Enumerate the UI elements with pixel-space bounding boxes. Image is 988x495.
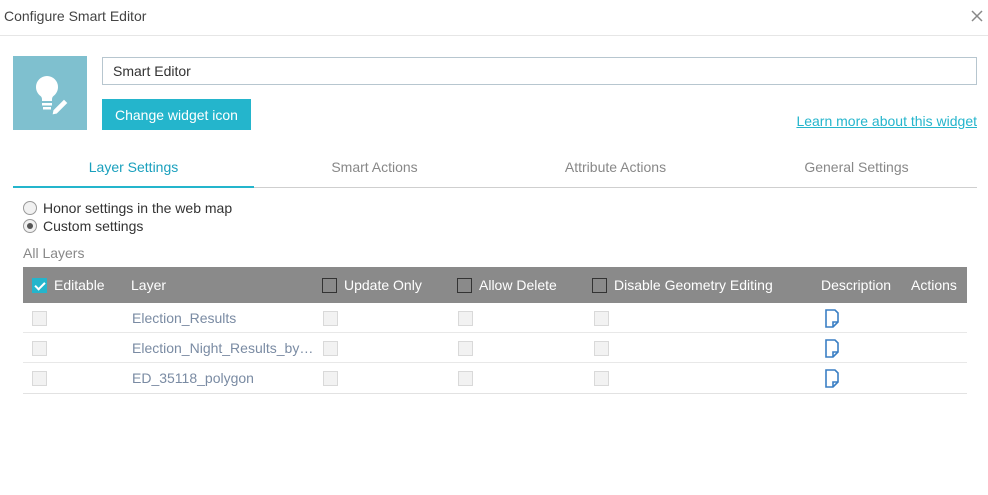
header-label: Editable: [54, 277, 105, 293]
table-header: Editable Layer Update Only Allow Delete …: [23, 267, 967, 303]
disable-geometry-all-checkbox[interactable]: [592, 277, 607, 293]
table-row: ED_35118_polygon: [23, 363, 967, 393]
radio-button[interactable]: [23, 219, 37, 233]
table-row: Election_Results: [23, 303, 967, 333]
radio-button[interactable]: [23, 201, 37, 215]
tab-attribute-actions[interactable]: Attribute Actions: [495, 148, 736, 187]
layers-table: Editable Layer Update Only Allow Delete …: [23, 267, 967, 394]
dialog-header: Configure Smart Editor: [0, 0, 988, 36]
widget-name-input[interactable]: [102, 57, 977, 85]
document-edit-icon[interactable]: [823, 368, 841, 388]
close-icon[interactable]: [968, 7, 986, 25]
tab-smart-actions[interactable]: Smart Actions: [254, 148, 495, 187]
header-update-only: Update Only: [322, 267, 422, 303]
tab-layer-settings[interactable]: Layer Settings: [13, 148, 254, 188]
header-allow-delete: Allow Delete: [457, 267, 557, 303]
tab-bar: Layer Settings Smart Actions Attribute A…: [13, 148, 977, 188]
document-edit-icon[interactable]: [823, 338, 841, 358]
header-description: Description: [821, 267, 891, 303]
header-editable: Editable: [32, 267, 105, 303]
header-label: Layer: [131, 277, 167, 293]
document-edit-icon[interactable]: [823, 308, 841, 328]
update-only-checkbox[interactable]: [323, 370, 338, 386]
header-disable-geometry: Disable Geometry Editing: [592, 267, 773, 303]
radio-label: Honor settings in the web map: [43, 200, 233, 216]
disable-geometry-checkbox[interactable]: [594, 310, 609, 326]
all-layers-heading: All Layers: [23, 245, 85, 261]
update-only-all-checkbox[interactable]: [322, 277, 337, 293]
header-label: Update Only: [344, 277, 422, 293]
update-only-checkbox[interactable]: [323, 310, 338, 326]
learn-more-link[interactable]: Learn more about this widget: [796, 113, 977, 129]
radio-custom-settings[interactable]: Custom settings: [23, 218, 143, 234]
disable-geometry-checkbox[interactable]: [594, 340, 609, 356]
disable-geometry-checkbox[interactable]: [594, 370, 609, 386]
tab-general-settings[interactable]: General Settings: [736, 148, 977, 187]
dialog-title: Configure Smart Editor: [4, 8, 147, 24]
allow-delete-checkbox[interactable]: [458, 370, 473, 386]
editable-checkbox[interactable]: [32, 310, 47, 326]
radio-label: Custom settings: [43, 218, 144, 234]
header-layer: Layer: [131, 267, 166, 303]
widget-icon-preview: [13, 56, 87, 130]
header-label: Allow Delete: [479, 277, 557, 293]
allow-delete-checkbox[interactable]: [458, 310, 473, 326]
header-actions: Actions: [911, 267, 957, 303]
layer-name: Election_Results: [132, 310, 237, 326]
layer-name: ED_35118_polygon: [132, 370, 254, 386]
radio-honor-web-map[interactable]: Honor settings in the web map: [23, 200, 232, 216]
editable-checkbox[interactable]: [32, 370, 47, 386]
editable-all-checkbox[interactable]: [32, 277, 47, 293]
allow-delete-checkbox[interactable]: [458, 340, 473, 356]
table-row: Election_Night_Results_by_Precinct: [23, 333, 967, 363]
header-label: Actions: [911, 277, 957, 293]
allow-delete-all-checkbox[interactable]: [457, 277, 472, 293]
header-label: Description: [821, 277, 892, 293]
header-label: Disable Geometry Editing: [614, 277, 773, 293]
update-only-checkbox[interactable]: [323, 340, 338, 356]
change-widget-icon-button[interactable]: Change widget icon: [102, 99, 251, 130]
editable-checkbox[interactable]: [32, 340, 47, 356]
lightbulb-pencil-icon: [36, 76, 69, 116]
layer-name: Election_Night_Results_by_Precinct: [132, 340, 317, 356]
